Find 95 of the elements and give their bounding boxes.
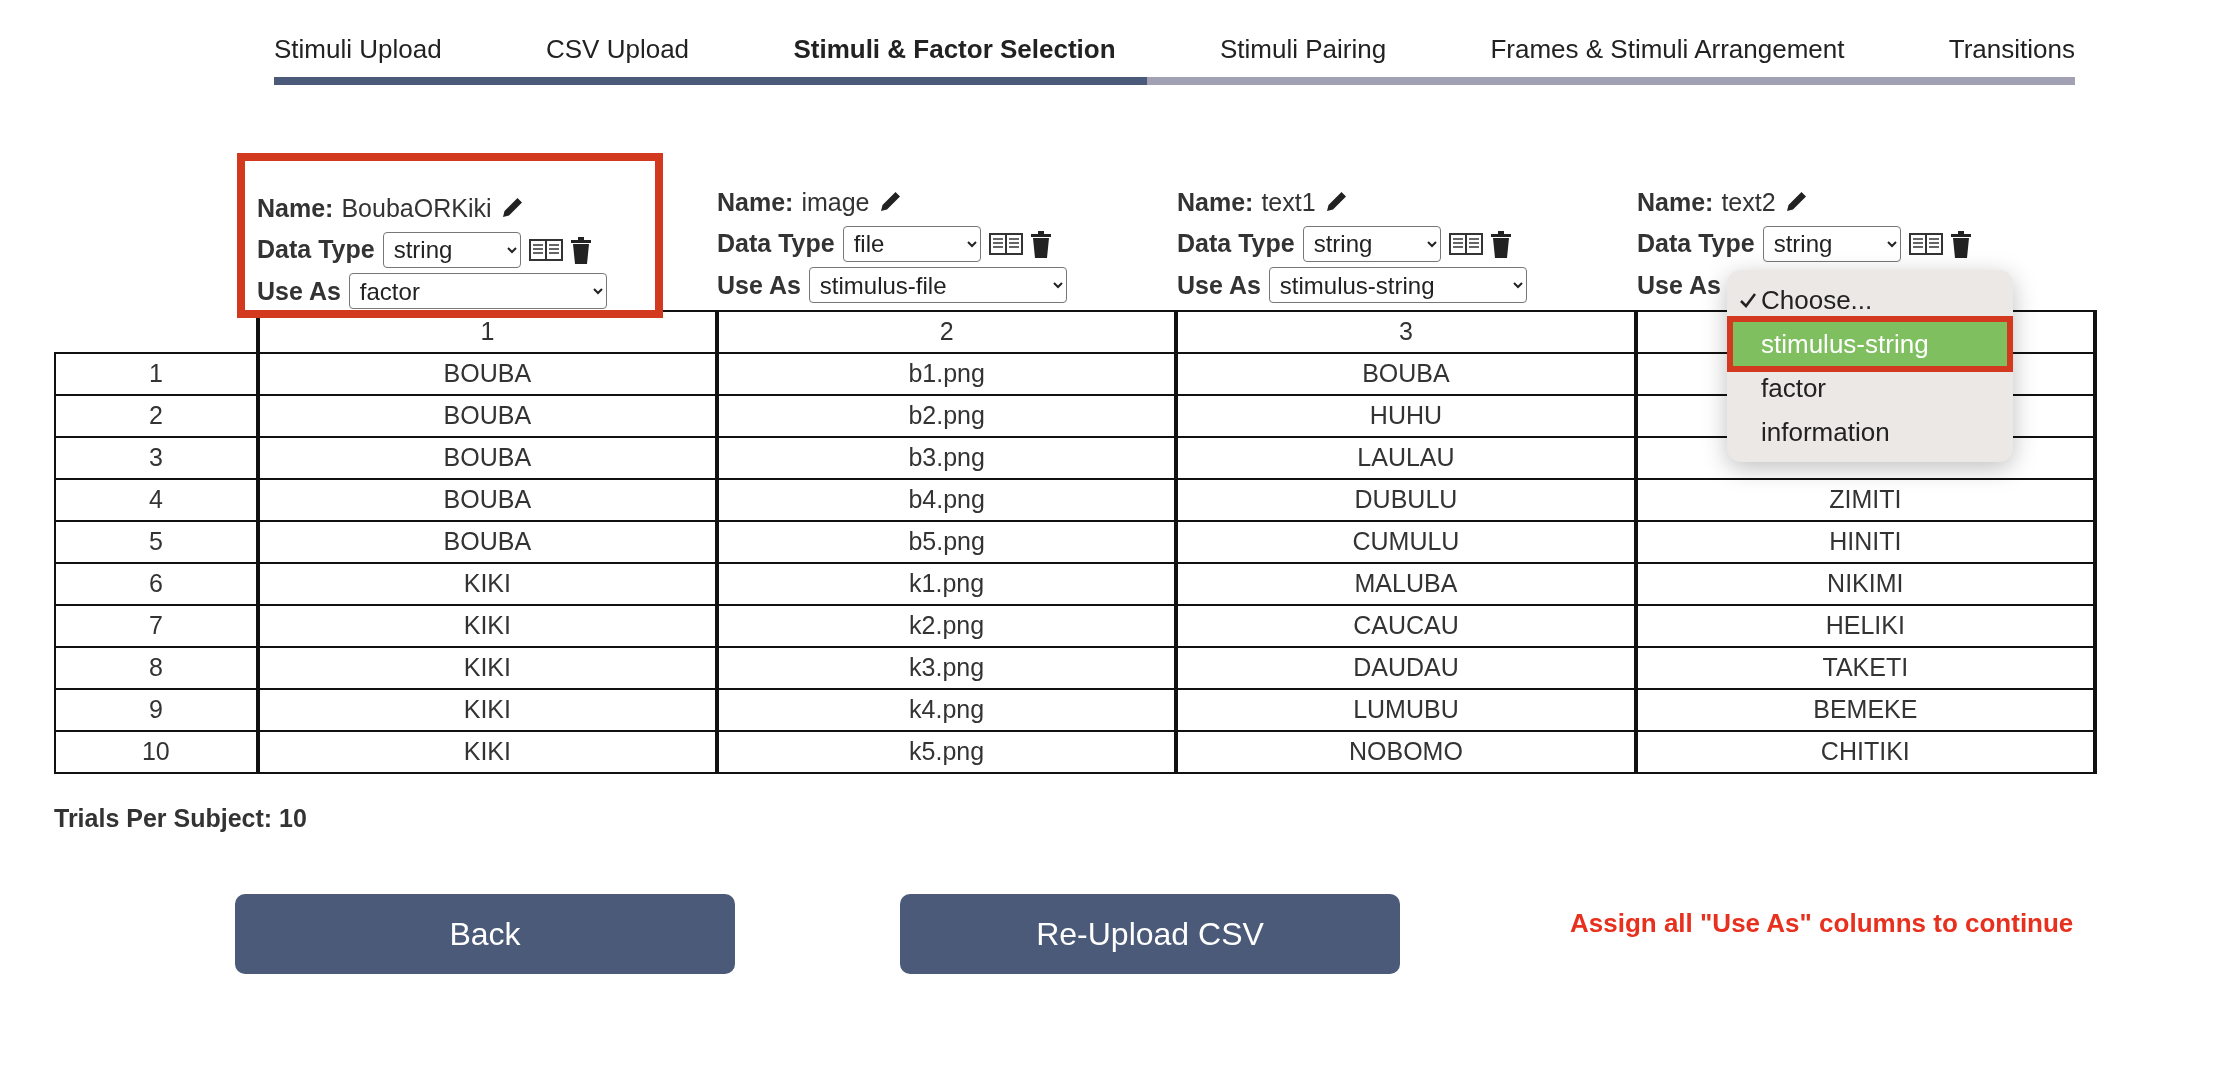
use-as-dropdown[interactable]: stimulus-string <box>1268 267 1527 304</box>
field-label: Name: <box>717 186 794 218</box>
table-cell: BOUBA <box>257 437 717 479</box>
table-cell: KIKI <box>257 689 717 731</box>
field-label: Data Type <box>717 228 835 259</box>
table-cell: ZIMITI <box>1635 479 2095 521</box>
row-number: 5 <box>55 521 258 563</box>
table-cell: HUHU <box>1176 395 1636 437</box>
row-number: 2 <box>55 395 258 437</box>
menu-option[interactable]: factor <box>1733 366 2007 410</box>
table-cell: BEMEKE <box>1635 689 2095 731</box>
menu-option[interactable]: information <box>1733 410 2007 454</box>
table-cell: KIKI <box>257 605 717 647</box>
data-type-dropdown[interactable]: file <box>842 225 981 262</box>
trials-count: Trials Per Subject: 10 <box>54 803 308 834</box>
data-type-dropdown[interactable]: string <box>1762 225 1901 262</box>
data-type-dropdown[interactable]: string <box>382 231 521 268</box>
field-label: Data Type <box>257 234 375 265</box>
table-cell: BOUBA <box>257 521 717 563</box>
row-number: 7 <box>55 605 258 647</box>
table-cell: b1.png <box>717 353 1177 395</box>
field-label: Use As <box>1177 269 1261 301</box>
table-cell: MALUBA <box>1176 563 1636 605</box>
book-icon[interactable] <box>1908 231 1943 256</box>
warning-message: Assign all "Use As" columns to continue <box>1570 907 2074 940</box>
table-cell: HINITI <box>1635 521 2095 563</box>
column-number: 3 <box>1176 311 1636 353</box>
column-name: image <box>801 186 870 218</box>
table-cell: TAKETI <box>1635 647 2095 689</box>
table-cell: b3.png <box>717 437 1177 479</box>
table-cell: BOUBA <box>257 353 717 395</box>
table-cell: k1.png <box>717 563 1177 605</box>
table-cell: CAUCAU <box>1176 605 1636 647</box>
step-tab[interactable]: CSV Upload <box>546 30 690 69</box>
trash-icon[interactable] <box>570 235 591 264</box>
action-button[interactable]: Re-Upload CSV <box>900 893 1400 974</box>
table-cell: CHITIKI <box>1635 731 2095 773</box>
book-icon[interactable] <box>1448 231 1483 256</box>
table-cell: NOBOMO <box>1176 731 1636 773</box>
field-label: Use As <box>257 275 341 307</box>
use-as-dropdown[interactable]: factor <box>348 273 607 310</box>
row-number: 10 <box>55 731 258 773</box>
use-as-dropdown[interactable]: stimulus-file <box>808 267 1067 304</box>
table-cell: b4.png <box>717 479 1177 521</box>
row-number: 9 <box>55 689 258 731</box>
step-tab[interactable]: Stimuli Pairing <box>1219 30 1387 69</box>
table-cell: KIKI <box>257 563 717 605</box>
step-tab[interactable]: Stimuli Upload <box>274 30 442 69</box>
column-name: text1 <box>1261 186 1316 218</box>
table-cell: k5.png <box>717 731 1177 773</box>
step-tab[interactable]: Transitions <box>1948 30 2075 69</box>
table-cell: KIKI <box>257 647 717 689</box>
row-number: 1 <box>55 353 258 395</box>
table-cell: KIKI <box>257 731 717 773</box>
column-number: 1 <box>257 311 717 353</box>
table-cell: k2.png <box>717 605 1177 647</box>
table-cell: DAUDAU <box>1176 647 1636 689</box>
trash-icon[interactable] <box>1030 229 1051 258</box>
column-name: text2 <box>1721 186 1776 218</box>
table-cell: BOUBA <box>1176 353 1636 395</box>
row-number: 3 <box>55 437 258 479</box>
field-label: Name: <box>1637 186 1714 218</box>
table-cell: HELIKI <box>1635 605 2095 647</box>
field-label: Use As <box>1637 269 1721 301</box>
table-cell: b2.png <box>717 395 1177 437</box>
field-label: Use As <box>717 269 801 301</box>
step-tab[interactable]: Stimuli & Factor Selection <box>793 30 1116 69</box>
field-label: Name: <box>257 192 334 224</box>
table-cell: b5.png <box>717 521 1177 563</box>
table-cell: LUMUBU <box>1176 689 1636 731</box>
column-number: 2 <box>717 311 1177 353</box>
table-cell: CUMULU <box>1176 521 1636 563</box>
table-cell: BOUBA <box>257 479 717 521</box>
field-label: Data Type <box>1177 228 1295 259</box>
menu-option[interactable]: Choose... <box>1733 278 2007 322</box>
table-cell: BOUBA <box>257 395 717 437</box>
step-tab[interactable]: Frames & Stimuli Arrangement <box>1490 30 1845 69</box>
data-type-dropdown[interactable]: string <box>1302 225 1441 262</box>
trash-icon[interactable] <box>1490 229 1511 258</box>
field-label: Name: <box>1177 186 1254 218</box>
column-name: BoubaORKiki <box>341 192 492 224</box>
row-number: 8 <box>55 647 258 689</box>
book-icon[interactable] <box>988 231 1023 256</box>
check-icon <box>1739 291 1757 309</box>
table-cell: NIKIMI <box>1635 563 2095 605</box>
table-cell: DUBULU <box>1176 479 1636 521</box>
row-number: 6 <box>55 563 258 605</box>
field-label: Data Type <box>1637 228 1755 259</box>
book-icon[interactable] <box>528 237 563 262</box>
trash-icon[interactable] <box>1950 229 1971 258</box>
table-cell: LAULAU <box>1176 437 1636 479</box>
table-cell: k3.png <box>717 647 1177 689</box>
table-cell: k4.png <box>717 689 1177 731</box>
action-button[interactable]: Back <box>235 893 735 974</box>
row-number: 4 <box>55 479 258 521</box>
